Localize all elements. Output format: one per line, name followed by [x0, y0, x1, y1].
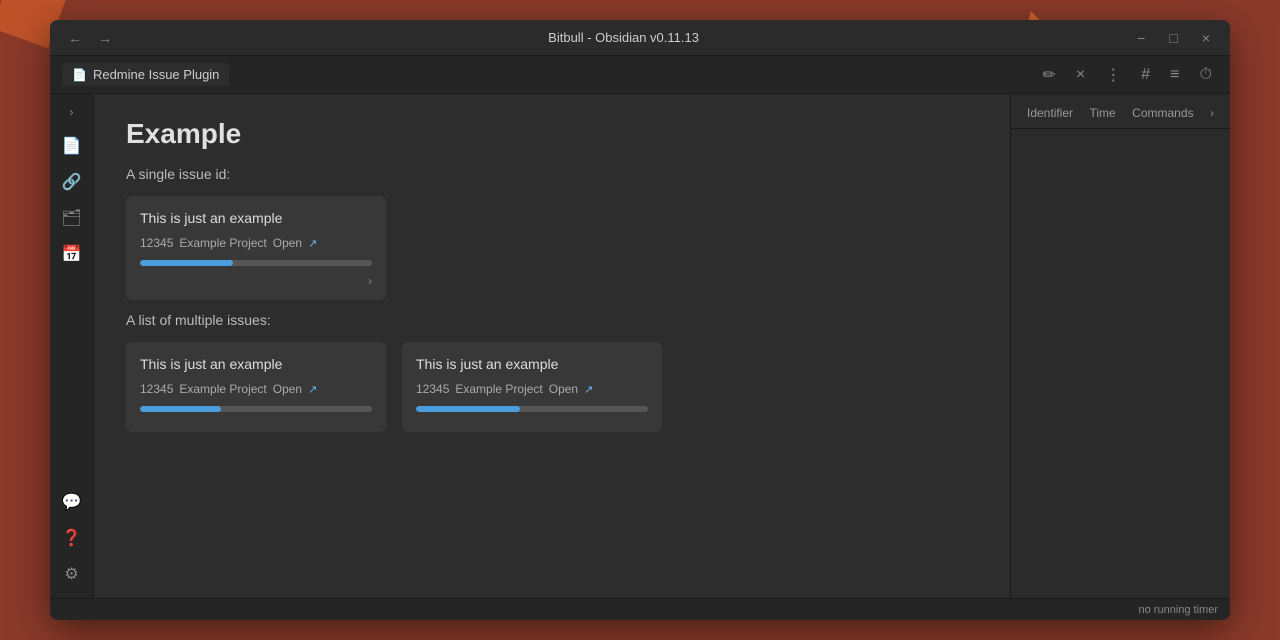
multi-issue-status-2: Open — [549, 382, 578, 396]
minimize-button[interactable]: − — [1129, 28, 1153, 48]
hash-button[interactable]: # — [1135, 64, 1156, 86]
tab-file-icon: 📄 — [72, 68, 87, 82]
col-identifier: Identifier — [1027, 106, 1073, 120]
multi-issue-card-2: This is just an example 12345 Example Pr… — [402, 342, 662, 432]
right-panel-body — [1011, 129, 1230, 598]
sidebar-icon-chat[interactable]: 💬 — [56, 486, 88, 518]
page-title: Example — [126, 118, 978, 150]
multi-issue-id-2: 12345 — [416, 382, 449, 396]
issue-meta: 12345 Example Project Open ↗ — [140, 236, 372, 250]
close-tab-button[interactable]: × — [1070, 64, 1091, 86]
multi-progress-bar-1 — [140, 406, 372, 412]
multi-issue-meta-1: 12345 Example Project Open ↗ — [140, 382, 372, 396]
issue-project: Example Project — [179, 236, 266, 250]
left-sidebar: › 📄 🔗 🗂 📅 💬 ❓ ⚙ — [50, 94, 94, 598]
titlebar: ← → Bitbull - Obsidian v0.11.13 − □ × — [50, 20, 1230, 56]
edit-button[interactable]: ✏ — [1037, 63, 1062, 87]
multi-issue-card-1: This is just an example 12345 Example Pr… — [126, 342, 386, 432]
forward-button[interactable]: → — [92, 28, 118, 48]
maximize-button[interactable]: □ — [1161, 28, 1185, 48]
right-panel-header: Identifier Time Commands › — [1011, 94, 1230, 129]
multi-progress-bar-2 — [416, 406, 648, 412]
window-title: Bitbull - Obsidian v0.11.13 — [118, 30, 1129, 45]
back-button[interactable]: ← — [62, 28, 88, 48]
sidebar-icon-help[interactable]: ❓ — [56, 522, 88, 554]
sidebar-icon-archive[interactable]: 🗂 — [56, 202, 88, 234]
multi-issue-title-1: This is just an example — [140, 356, 372, 372]
sidebar-icon-graph[interactable]: 🔗 — [56, 166, 88, 198]
progress-bar — [140, 260, 372, 266]
status-text: no running timer — [1139, 604, 1219, 616]
more-options-button[interactable]: ⋮ — [1099, 63, 1127, 87]
sidebar-icon-settings[interactable]: ⚙ — [56, 558, 88, 590]
multi-issue-id-1: 12345 — [140, 382, 173, 396]
clock-button[interactable]: ⏱ — [1194, 64, 1218, 86]
close-button[interactable]: × — [1194, 28, 1218, 48]
multi-progress-fill-2 — [416, 406, 520, 412]
multi-issue-meta-2: 12345 Example Project Open ↗ — [416, 382, 648, 396]
section1-label: A single issue id: — [126, 166, 978, 182]
expand-button[interactable]: › — [368, 274, 372, 288]
multi-progress-fill-1 — [140, 406, 221, 412]
section2-label: A list of multiple issues: — [126, 312, 978, 328]
issue-title: This is just an example — [140, 210, 372, 226]
list-button[interactable]: ≡ — [1164, 64, 1185, 86]
status-bar: no running timer — [50, 598, 1230, 620]
multi-external-link-icon-2[interactable]: ↗ — [584, 383, 593, 396]
nav-buttons: ← → — [62, 28, 118, 48]
card-expand: › — [140, 274, 372, 288]
single-issue-card: This is just an example 12345 Example Pr… — [126, 196, 386, 300]
issue-id: 12345 — [140, 236, 173, 250]
multi-issue-title-2: This is just an example — [416, 356, 648, 372]
multi-issues-row: This is just an example 12345 Example Pr… — [126, 342, 978, 432]
col-time: Time — [1089, 106, 1115, 120]
sidebar-icon-calendar[interactable]: 📅 — [56, 238, 88, 270]
tab-redmine-plugin[interactable]: 📄 Redmine Issue Plugin — [62, 63, 229, 86]
multi-issue-status-1: Open — [273, 382, 302, 396]
tab-label: Redmine Issue Plugin — [93, 67, 219, 82]
multi-issue-project-1: Example Project — [179, 382, 266, 396]
issue-status: Open — [273, 236, 302, 250]
body: › 📄 🔗 🗂 📅 💬 ❓ ⚙ Example A single issue i… — [50, 94, 1230, 598]
right-panel-chevron[interactable]: › — [1210, 106, 1214, 120]
sidebar-toggle[interactable]: › — [62, 102, 82, 122]
main-window: ← → Bitbull - Obsidian v0.11.13 − □ × 📄 … — [50, 20, 1230, 620]
multi-issue-project-2: Example Project — [455, 382, 542, 396]
sidebar-icon-file[interactable]: 📄 — [56, 130, 88, 162]
progress-bar-fill — [140, 260, 233, 266]
multi-external-link-icon-1[interactable]: ↗ — [308, 383, 317, 396]
external-link-icon[interactable]: ↗ — [308, 237, 317, 250]
tab-bar: 📄 Redmine Issue Plugin ✏ × ⋮ # ≡ ⏱ — [50, 56, 1230, 94]
tab-actions: ✏ × ⋮ # ≡ ⏱ — [1037, 63, 1218, 87]
right-panel: Identifier Time Commands › — [1010, 94, 1230, 598]
col-commands: Commands — [1132, 106, 1193, 120]
window-controls: − □ × — [1129, 28, 1218, 48]
main-content: Example A single issue id: This is just … — [94, 94, 1010, 598]
